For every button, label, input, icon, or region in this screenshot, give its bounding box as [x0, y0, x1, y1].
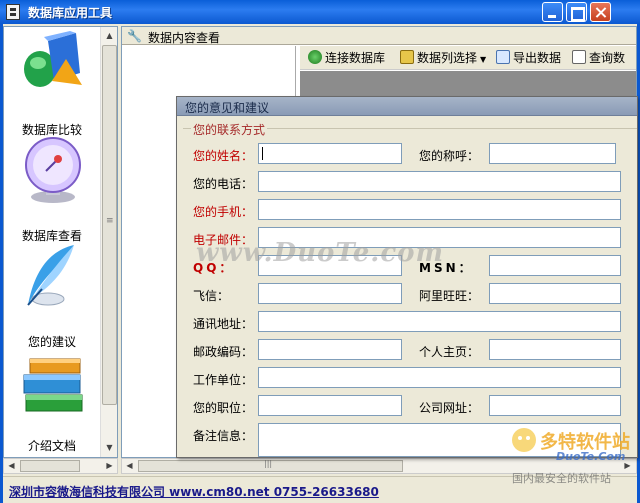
scroll-left-icon[interactable]: ◀	[122, 459, 137, 473]
address-label: 通讯地址：	[193, 317, 254, 331]
watermark-text: www.DuoTe.com	[196, 238, 445, 268]
panel-title: 数据内容查看	[148, 31, 221, 45]
query-button[interactable]: 查询数	[572, 49, 625, 66]
toolbar: 连接数据库 数据列选择 ▼ 导出数据 查询数	[300, 46, 636, 70]
dialog-title: 您的意见和建议	[185, 101, 270, 115]
panel-tools-icon: 🔧	[127, 29, 142, 43]
fetion-label: 飞信：	[193, 289, 230, 303]
sidebar-item-database-view[interactable]: 数据库查看	[4, 135, 100, 243]
title-label: 您的称呼：	[419, 149, 480, 163]
position-label: 您的职位：	[193, 401, 254, 415]
sidebar-item-database-compare[interactable]: 数据库比较	[4, 29, 100, 137]
position-input[interactable]	[258, 395, 402, 416]
scroll-down-icon[interactable]: ▼	[102, 440, 117, 455]
minimize-button[interactable]	[542, 2, 563, 22]
company-website-input[interactable]	[489, 395, 621, 416]
homepage-input[interactable]	[489, 339, 621, 360]
mobile-input[interactable]	[258, 199, 621, 220]
text-caret	[262, 147, 263, 160]
mobile-label: 您的手机：	[193, 205, 254, 219]
scroll-right-icon[interactable]: ▶	[102, 459, 117, 473]
homepage-label: 个人主页：	[419, 345, 480, 359]
column-select-label: 数据列选择	[417, 51, 478, 65]
columns-icon	[400, 50, 414, 64]
connect-icon	[308, 50, 322, 64]
sidebar-item-label: 您的建议	[27, 335, 76, 349]
window-titlebar: 数据库应用工具	[0, 0, 640, 24]
query-label: 查询数	[589, 51, 626, 65]
title-input[interactable]	[489, 143, 616, 164]
company-website-label: 公司网址：	[419, 401, 480, 415]
phone-input[interactable]	[258, 171, 621, 192]
sidebar-item-feedback[interactable]: 您的建议	[4, 241, 100, 349]
wangwang-label: 阿里旺旺：	[419, 289, 480, 303]
postcode-input[interactable]	[258, 339, 402, 360]
dialog-titlebar: 您的意见和建议	[177, 97, 637, 116]
export-icon	[496, 50, 510, 64]
wangwang-input[interactable]	[489, 283, 621, 304]
postcode-label: 邮政编码：	[193, 345, 254, 359]
sidebar: 数据库比较 数据库查看 您的建议 介绍文档 ▲ ≡ ▼	[3, 26, 118, 458]
scroll-left-icon[interactable]: ◀	[4, 459, 19, 473]
company-link[interactable]: 深圳市容微海信科技有限公司 www.cm80.net 0755-26633680	[9, 483, 379, 500]
feather-pen-icon	[27, 245, 74, 306]
name-label: 您的姓名：	[193, 149, 254, 163]
books-icon	[23, 358, 83, 412]
contact-group-label: 您的联系方式	[191, 121, 268, 138]
app-icon	[6, 4, 20, 20]
scroll-thumb[interactable]	[20, 460, 80, 472]
msn-input[interactable]	[489, 255, 621, 276]
company-input[interactable]	[258, 367, 621, 388]
connect-db-label: 连接数据库	[325, 51, 386, 65]
chevron-down-icon: ▼	[480, 55, 487, 64]
feedback-dialog: 您的意见和建议 您的联系方式 您的姓名： 您的称呼： 您的电话： 您的手机： 电…	[176, 96, 638, 458]
query-icon	[572, 50, 586, 64]
connect-db-button[interactable]: 连接数据库	[308, 49, 385, 66]
sidebar-item-label: 介绍文档	[27, 439, 76, 453]
column-select-button[interactable]: 数据列选择 ▼	[400, 49, 486, 66]
phone-label: 您的电话：	[193, 177, 254, 191]
sidebar-hscrollbar[interactable]: ◀ ▶	[3, 458, 118, 474]
company-label: 工作单位：	[193, 373, 254, 387]
maximize-button[interactable]	[566, 2, 587, 22]
scroll-thumb[interactable]	[138, 459, 403, 472]
address-input[interactable]	[258, 311, 621, 332]
name-input[interactable]	[258, 143, 402, 164]
sidebar-scrollbar[interactable]: ▲ ▼	[100, 27, 117, 457]
scroll-up-icon[interactable]: ▲	[102, 28, 117, 43]
scroll-thumb[interactable]	[102, 45, 117, 405]
window-title: 数据库应用工具	[28, 6, 113, 20]
database-compare-icon	[24, 31, 82, 87]
panel-header: 🔧 数据内容查看	[122, 27, 636, 45]
export-data-button[interactable]: 导出数据	[496, 49, 561, 66]
export-data-label: 导出数据	[513, 51, 562, 65]
database-view-icon	[25, 137, 81, 203]
remarks-label: 备注信息：	[193, 429, 254, 443]
close-button[interactable]	[590, 2, 611, 22]
logo-slogan: 国内最安全的软件站	[512, 472, 611, 485]
logo-url: DuoTe.Com	[556, 450, 626, 463]
fetion-input[interactable]	[258, 283, 402, 304]
site-logo: 多特软件站 DuoTe.Com 国内最安全的软件站	[508, 420, 638, 490]
sidebar-item-docs[interactable]: 介绍文档	[4, 349, 100, 453]
